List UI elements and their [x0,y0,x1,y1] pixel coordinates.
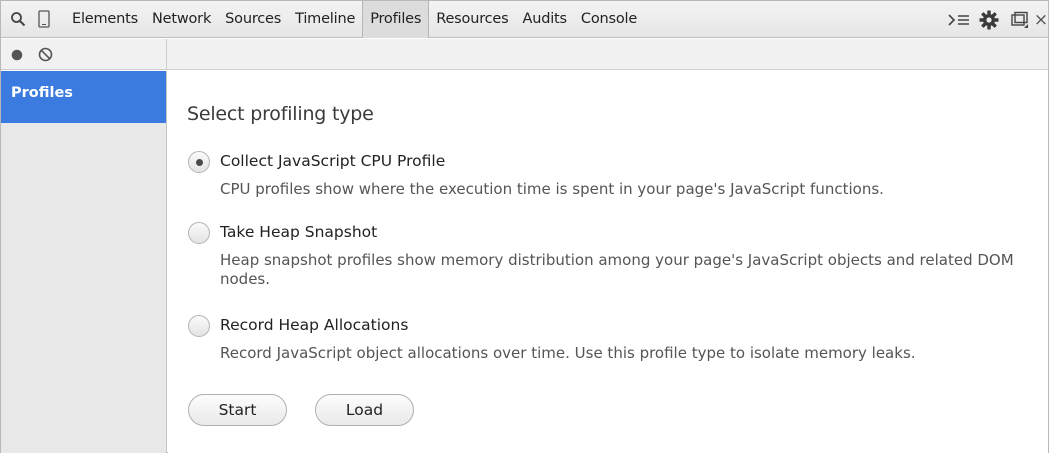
record-icon[interactable] [3,39,31,70]
devtools-window: Elements Network Sources Timeline Profil… [0,0,1049,453]
option-description: Heap snapshot profiles show memory distr… [220,251,1014,288]
option-label[interactable]: Record Heap Allocations [220,316,408,334]
tab-profiles[interactable]: Profiles [362,0,430,38]
option-description: CPU profiles show where the execution ti… [220,180,884,198]
profiles-status-bar [1,39,1048,70]
panel-tabs: Elements Network Sources Timeline Profil… [65,0,644,38]
device-mode-icon[interactable] [31,1,57,38]
clear-icon[interactable] [31,39,59,70]
cpu-profile-radio[interactable] [188,151,210,173]
close-icon[interactable]: × [1034,1,1048,38]
tab-console[interactable]: Console [574,1,644,38]
tab-sources[interactable]: Sources [218,1,288,38]
dock-side-icon[interactable] [1004,1,1034,38]
tab-network[interactable]: Network [145,1,218,38]
status-bar-buttons [1,39,167,70]
tab-elements[interactable]: Elements [65,1,145,38]
profiles-launcher-panel: Select profiling type Collect JavaScript… [168,71,1048,453]
search-icon[interactable] [5,1,31,38]
main-toolbar: Elements Network Sources Timeline Profil… [1,0,1048,38]
tab-timeline[interactable]: Timeline [288,1,362,38]
show-drawer-icon[interactable] [944,1,974,38]
option-description: Record JavaScript object allocations ove… [220,344,916,362]
start-button[interactable]: Start [188,394,287,426]
load-button[interactable]: Load [315,394,414,426]
heap-snapshot-radio[interactable] [188,222,210,244]
option-label[interactable]: Collect JavaScript CPU Profile [220,152,445,170]
toolbar-right: × [944,1,1048,38]
profiles-sidebar: Profiles [1,71,167,453]
tab-audits[interactable]: Audits [516,1,574,38]
page-title: Select profiling type [187,103,374,125]
sidebar-item-profiles[interactable]: Profiles [1,71,166,123]
gear-icon[interactable] [974,1,1004,38]
radio-checked-dot [196,159,203,166]
heap-allocations-radio[interactable] [188,315,210,337]
tab-resources[interactable]: Resources [429,1,515,38]
option-label[interactable]: Take Heap Snapshot [220,223,377,241]
